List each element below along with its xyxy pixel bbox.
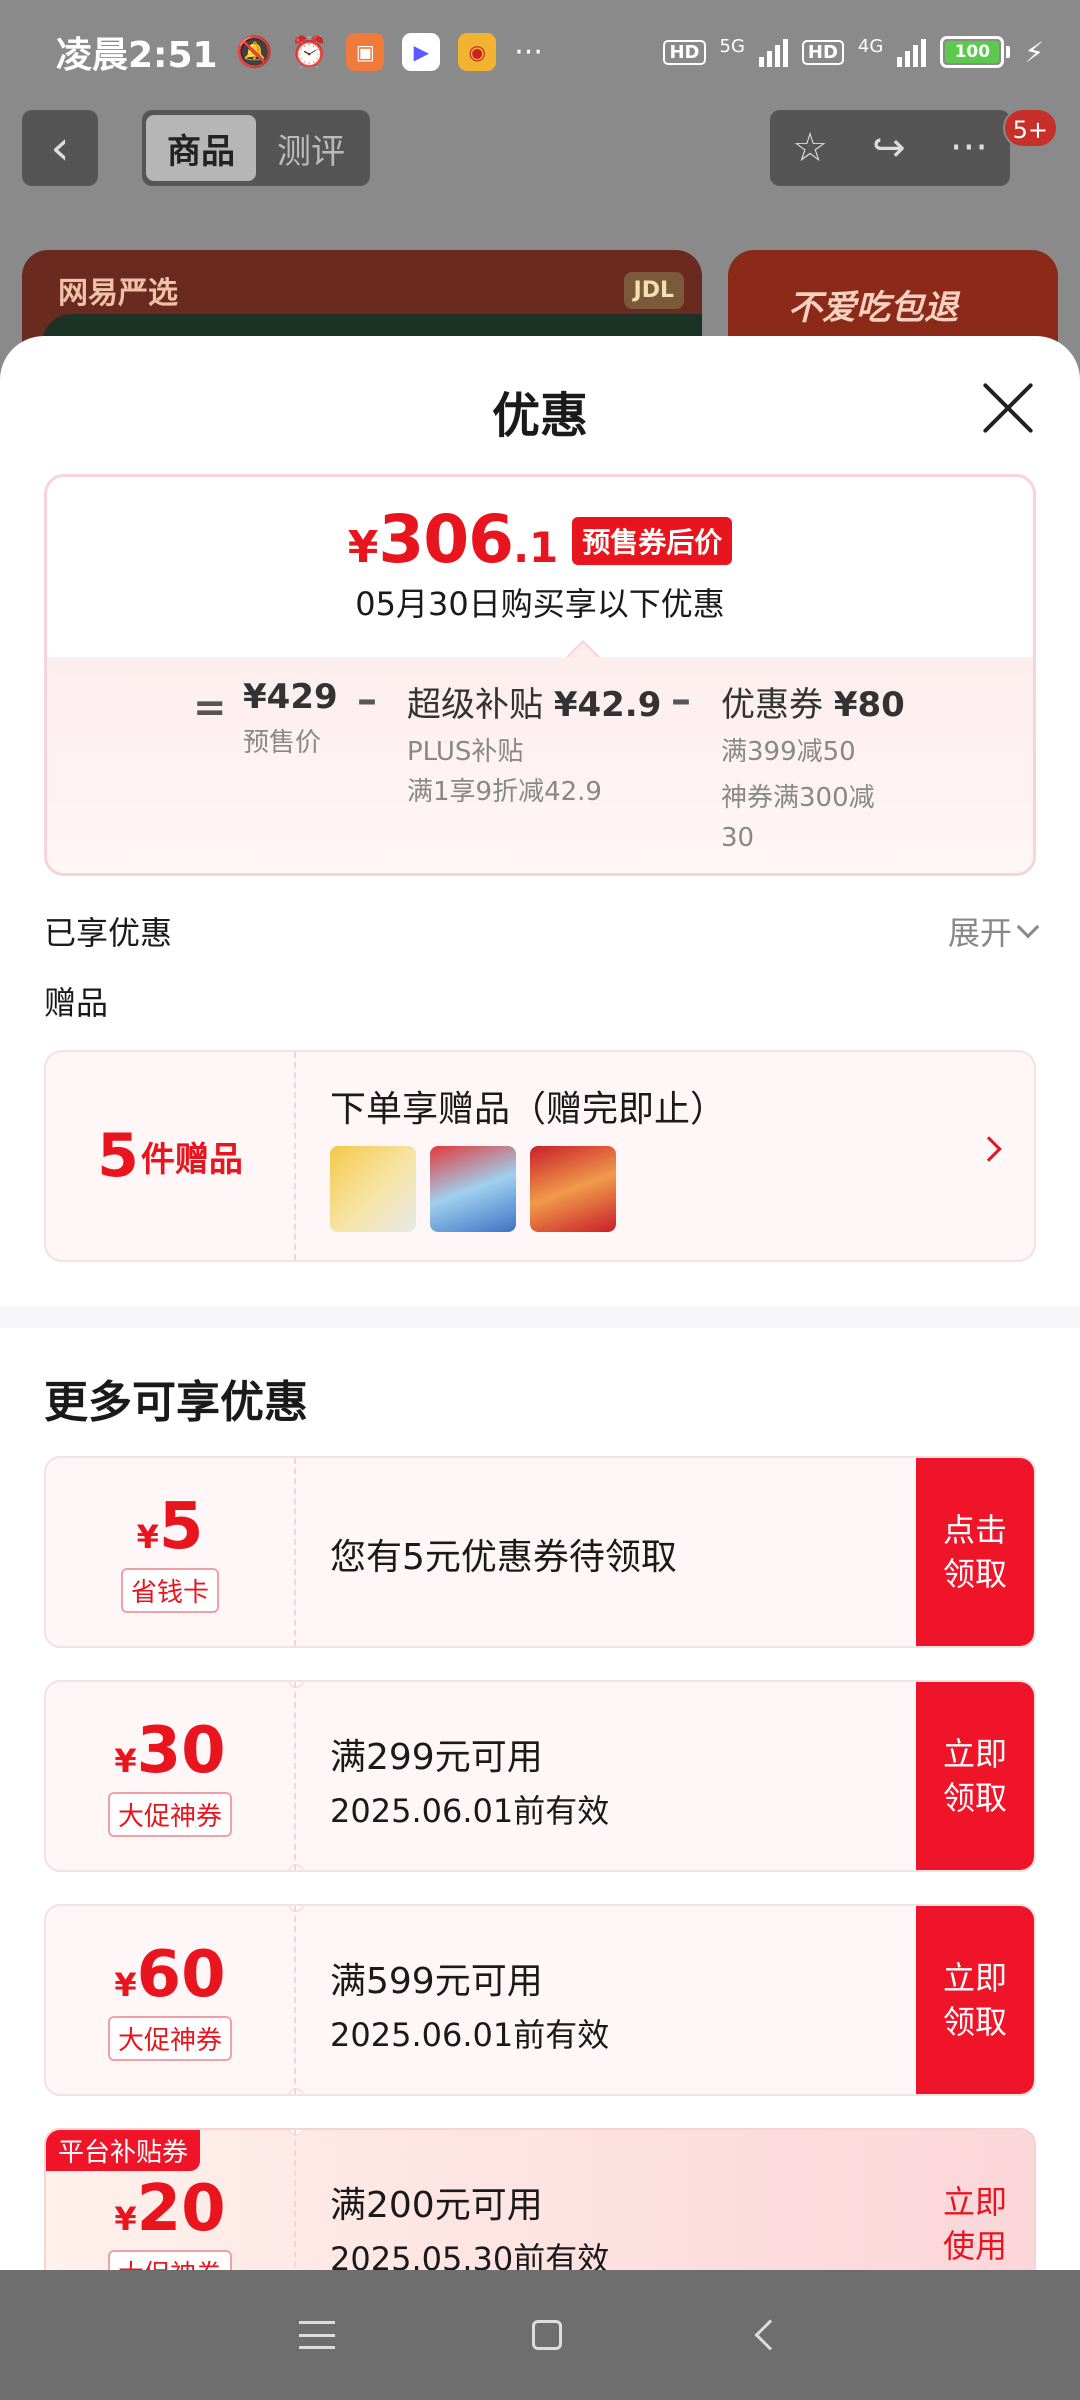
coupon-condition: 满299元可用 — [330, 1737, 543, 1778]
platform-subsidy-badge: 平台补贴券 — [46, 2130, 201, 2171]
coupon-column: 优惠券 ¥80 满399减50 神券满300减 30 — [721, 685, 905, 853]
chevron-right-icon — [976, 1136, 1002, 1162]
expand-button[interactable]: 展开 — [948, 908, 1040, 954]
coupon-validity: 2025.05.30前有效 — [330, 2240, 610, 2270]
coupon-tag: 大促神券 — [107, 1791, 232, 1837]
coupon-card: ¥20 大促神券 平台补贴券 满200元可用 2025.05.30前有效 立即使… — [44, 2128, 1036, 2270]
presale-price-tag: 预售券后价 — [572, 517, 733, 565]
section-divider — [0, 1306, 1080, 1328]
equals-sign: = — [193, 685, 227, 731]
close-icon[interactable] — [980, 380, 1036, 436]
coupon-validity: 2025.06.01前有效 — [330, 1792, 610, 1830]
status-bar: 凌晨2:51 🔕 ⏰ ▣ ▶ ◉ ··· HD 5G HD 4G 100 ⚡ — [0, 0, 1080, 104]
battery-level: 100 — [945, 41, 1000, 63]
mute-icon: 🔕 — [235, 34, 273, 70]
more-notifications-icon: ··· — [514, 34, 543, 70]
back-button[interactable]: ‹ — [22, 110, 98, 186]
message-badge: 5+ — [1002, 108, 1058, 148]
gift-image — [330, 1146, 416, 1232]
presale-column: ¥429 预售价 — [243, 677, 338, 758]
hd-icon: HD — [663, 39, 706, 65]
gift-count: 5 件赠品 — [46, 1052, 296, 1260]
chevron-down-icon — [1016, 915, 1040, 939]
hd-icon-2: HD — [801, 39, 844, 65]
more-icon[interactable]: ··· — [950, 125, 988, 171]
alarm-icon: ⏰ — [290, 34, 329, 70]
more-discounts-title: 更多可享优惠 — [44, 1377, 308, 1428]
use-button[interactable]: 立即 使用 — [916, 2130, 1034, 2270]
nav-actions: ☆ ↪ ··· — [770, 110, 1010, 186]
app-notification-icon: ▣ — [346, 33, 385, 71]
coupon-condition: 满200元可用 — [330, 2185, 543, 2226]
share-icon[interactable]: ↪ — [872, 125, 906, 171]
coupon-validity: 2025.06.01前有效 — [330, 2016, 610, 2054]
coupon-tag: 大促神券 — [107, 2015, 232, 2061]
coupon-condition: 满599元可用 — [330, 1961, 543, 2002]
star-icon[interactable]: ☆ — [792, 125, 828, 171]
coupon-card: ¥30 大促神券 满299元可用 2025.06.01前有效 立即 领取 — [44, 1680, 1036, 1872]
gift-image — [530, 1146, 616, 1232]
home-icon[interactable] — [531, 2320, 562, 2350]
top-nav-bar: ‹ 商品 测评 ☆ ↪ ··· 5+ — [22, 108, 1058, 186]
coupon-tag: 省钱卡 — [120, 1567, 219, 1613]
discount-sheet: 优惠 ¥ 306 .1 预售券后价 05月30日购买享以下优惠 = ¥429 预… — [0, 336, 1080, 2270]
sheet-title: 优惠 — [491, 388, 588, 444]
system-nav-bar — [0, 2270, 1080, 2400]
gift-card[interactable]: 5 件赠品 下单享赠品（赠完即止） — [44, 1050, 1036, 1262]
gift-label: 赠品 — [44, 984, 109, 1022]
gift-images — [330, 1146, 616, 1232]
price-breakdown: = ¥429 预售价 – 超级补贴 ¥42.9 PLUS补贴 满1享9折减42.… — [47, 657, 1033, 873]
tab-review[interactable]: 测评 — [256, 115, 366, 181]
banner-brand: 网易严选 — [58, 276, 178, 311]
enjoyed-discount-label: 已享优惠 — [44, 914, 173, 952]
price-summary-card: ¥ 306 .1 预售券后价 05月30日购买享以下优惠 = ¥429 预售价 … — [44, 474, 1036, 876]
network-5g-label: 5G — [719, 35, 745, 57]
status-time: 凌晨2:51 — [56, 35, 218, 76]
signal-icon — [758, 37, 788, 67]
battery-icon: 100 — [940, 36, 1011, 68]
minus-sign-2: – — [671, 677, 691, 723]
jdl-badge: JDL — [623, 272, 684, 309]
gift-title: 下单享赠品（赠完即止） — [330, 1089, 727, 1130]
claim-button[interactable]: 点击 领取 — [916, 1458, 1034, 1646]
coupon-desc: 您有5元优惠券待领取 — [330, 1537, 677, 1578]
charging-icon: ⚡ — [1024, 35, 1044, 69]
coupon-card: ¥60 大促神券 满599元可用 2025.06.01前有效 立即 领取 — [44, 1904, 1036, 2096]
claim-button[interactable]: 立即 领取 — [916, 1906, 1034, 2094]
claim-button[interactable]: 立即 领取 — [916, 1682, 1034, 1870]
final-price: ¥ 306 .1 预售券后价 — [47, 501, 1033, 578]
gift-image — [430, 1146, 516, 1232]
recent-apps-icon[interactable] — [298, 2321, 335, 2349]
network-4g-label: 4G — [857, 35, 884, 57]
tab-product[interactable]: 商品 — [146, 115, 256, 181]
video-app-icon: ▶ — [402, 33, 441, 71]
minus-sign: – — [357, 677, 377, 723]
subsidy-column: 超级补贴 ¥42.9 PLUS补贴 满1享9折减42.9 — [407, 685, 662, 807]
coupon-card: ¥5 省钱卡 您有5元优惠券待领取 点击 领取 — [44, 1456, 1036, 1648]
price-subtitle: 05月30日购买享以下优惠 — [355, 585, 725, 623]
coupon-tag: 大促神券 — [107, 2249, 232, 2270]
back-icon[interactable] — [754, 2319, 786, 2351]
weibo-icon: ◉ — [458, 33, 497, 71]
signal-icon-2 — [897, 37, 927, 67]
nav-tabs: 商品 测评 — [142, 110, 370, 186]
